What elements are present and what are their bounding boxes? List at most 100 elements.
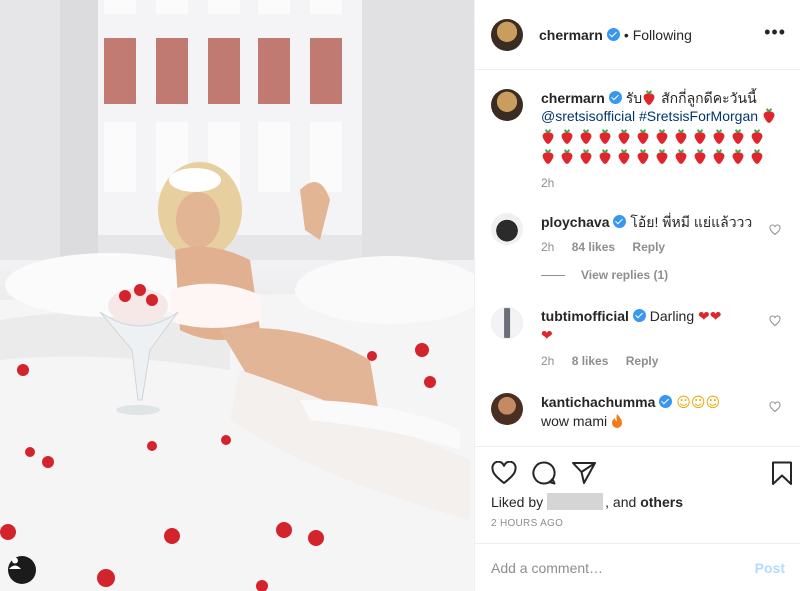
strawberry-emoji-rows bbox=[541, 127, 781, 167]
strawberry-icon bbox=[637, 149, 649, 164]
strawberry-icon bbox=[694, 149, 706, 164]
like-comment-heart-icon[interactable] bbox=[769, 401, 781, 413]
comment-time[interactable]: 2h bbox=[541, 354, 554, 368]
commenter-avatar[interactable] bbox=[491, 393, 523, 425]
comment-text: tubtimofficial Darling ❤❤ ❤ bbox=[541, 307, 781, 345]
add-comment-input[interactable] bbox=[491, 559, 755, 576]
strawberry-icon bbox=[599, 149, 611, 164]
smiling-face-emoji-icon: ☺ bbox=[690, 395, 706, 411]
replies-divider bbox=[541, 275, 565, 277]
heart-emoji-icon: ❤ bbox=[709, 309, 722, 325]
caption: chermarn รับ สักกี่ลูกดีคะวันนี้ @sretsis… bbox=[491, 89, 785, 190]
caption-meta: 2h bbox=[541, 176, 781, 190]
post-header: chermarn • Following ••• bbox=[475, 0, 800, 70]
verified-badge-icon bbox=[659, 395, 673, 408]
liked-by-suffix: , and bbox=[605, 494, 637, 510]
strawberry-icon bbox=[561, 129, 573, 144]
comment-time[interactable]: 2h bbox=[541, 240, 554, 254]
caption-text: chermarn รับ สักกี่ลูกดีคะวันนี้ @sretsis… bbox=[541, 89, 781, 167]
comment-bubble-icon[interactable] bbox=[531, 461, 557, 485]
caption-text-after: สักกี่ลูกดีคะวันนี้ bbox=[661, 90, 757, 106]
strawberry-icon bbox=[561, 149, 573, 164]
follow-status-button[interactable]: Following bbox=[633, 27, 692, 43]
strawberry-icon bbox=[732, 129, 744, 144]
post-comment-button[interactable]: Post bbox=[755, 560, 785, 576]
comment-text: kantichachumma ☺☺☺ wow mami bbox=[541, 393, 781, 430]
like-comment-heart-icon[interactable] bbox=[769, 224, 781, 236]
strawberry-icon bbox=[618, 149, 630, 164]
reply-button[interactable]: Reply bbox=[632, 240, 665, 254]
strawberry-icon bbox=[763, 108, 775, 123]
comment-likes[interactable]: 84 likes bbox=[572, 240, 615, 254]
like-heart-icon[interactable] bbox=[491, 461, 517, 485]
liked-by-others-link[interactable]: others bbox=[640, 494, 683, 510]
comment-body: wow mami bbox=[541, 413, 608, 429]
heart-emoji-icon: ❤ bbox=[541, 328, 553, 344]
caption-author-username[interactable]: chermarn bbox=[541, 90, 605, 106]
save-bookmark-icon[interactable] bbox=[771, 461, 793, 486]
strawberry-icon bbox=[643, 90, 655, 105]
heart-emoji-icon: ❤ bbox=[698, 309, 710, 325]
separator-dot: • bbox=[623, 26, 629, 43]
strawberry-icon bbox=[599, 129, 611, 144]
comment-text: ploychava โอ้ย! พี่หมี แย่แล้ววว bbox=[541, 213, 781, 231]
strawberry-icon bbox=[732, 149, 744, 164]
caption-text-start: รับ bbox=[625, 90, 643, 106]
smiling-face-emoji-icon: ☺ bbox=[705, 395, 721, 411]
comment-meta: 2h 8 likes Reply bbox=[541, 354, 781, 368]
comment-item: tubtimofficial Darling ❤❤ ❤ 2h 8 likes R… bbox=[491, 307, 785, 368]
fire-emoji-icon bbox=[612, 414, 623, 428]
author-avatar[interactable] bbox=[491, 18, 523, 51]
author-username[interactable]: chermarn bbox=[539, 27, 603, 43]
view-replies-button[interactable]: View replies (1) bbox=[541, 268, 668, 282]
post-side-panel: chermarn • Following ••• chermarn รับ สัก… bbox=[474, 0, 800, 591]
strawberry-icon bbox=[618, 129, 630, 144]
strawberry-icon bbox=[580, 149, 592, 164]
more-options-icon[interactable]: ••• bbox=[764, 22, 786, 43]
commenter-username[interactable]: tubtimofficial bbox=[541, 308, 629, 324]
strawberry-icon bbox=[580, 129, 592, 144]
post-photo[interactable] bbox=[0, 0, 474, 591]
tagged-user-button[interactable] bbox=[8, 556, 36, 584]
strawberry-icon bbox=[713, 129, 725, 144]
caption-mention-link[interactable]: @sretsisofficial bbox=[541, 108, 635, 124]
verified-badge-icon bbox=[613, 215, 627, 228]
strawberry-icon bbox=[637, 129, 649, 144]
comment-item: kantichachumma ☺☺☺ wow mami bbox=[491, 393, 785, 430]
liked-by-prefix: Liked by bbox=[491, 494, 544, 510]
strawberry-icon bbox=[675, 129, 687, 144]
like-comment-heart-icon[interactable] bbox=[769, 315, 781, 327]
strawberry-icon bbox=[542, 149, 554, 164]
comment-body: Darling bbox=[649, 308, 695, 324]
verified-badge-icon bbox=[608, 91, 622, 104]
caption-author-avatar[interactable] bbox=[491, 89, 523, 121]
strawberry-icon bbox=[656, 149, 668, 164]
photo-illustration bbox=[0, 0, 474, 591]
strawberry-icon bbox=[751, 149, 763, 164]
smiling-face-emoji-icon: ☺ bbox=[676, 395, 691, 411]
strawberry-icon bbox=[713, 149, 725, 164]
liked-by-summary: Liked by , and others bbox=[491, 493, 683, 510]
reply-button[interactable]: Reply bbox=[626, 354, 659, 368]
post-actions: Liked by , and others 2 HOURS AGO bbox=[475, 446, 800, 542]
redacted-username bbox=[547, 493, 604, 510]
strawberry-icon bbox=[751, 129, 763, 144]
commenter-username[interactable]: kantichachumma bbox=[541, 394, 655, 410]
strawberry-icon bbox=[656, 129, 668, 144]
verified-badge-icon bbox=[606, 28, 620, 41]
comment-likes[interactable]: 8 likes bbox=[572, 354, 609, 368]
post-timestamp[interactable]: 2 HOURS AGO bbox=[491, 518, 563, 529]
caption-hashtag-link[interactable]: #SretsisForMorgan bbox=[639, 108, 758, 124]
strawberry-icon bbox=[542, 129, 554, 144]
share-paper-plane-icon[interactable] bbox=[571, 461, 597, 485]
comment-item: ploychava โอ้ย! พี่หมี แย่แล้ววว 2h 84 l… bbox=[491, 213, 785, 254]
commenter-username[interactable]: ploychava bbox=[541, 214, 609, 230]
strawberry-icon bbox=[675, 149, 687, 164]
comments-list[interactable]: chermarn รับ สักกี่ลูกดีคะวันนี้ @sretsis… bbox=[475, 71, 800, 446]
caption-time[interactable]: 2h bbox=[541, 176, 554, 190]
post-modal: chermarn • Following ••• chermarn รับ สัก… bbox=[0, 0, 800, 591]
commenter-avatar[interactable] bbox=[491, 213, 523, 245]
view-replies-label: View replies (1) bbox=[581, 268, 669, 282]
strawberry-icon bbox=[694, 129, 706, 144]
commenter-avatar[interactable] bbox=[491, 307, 523, 339]
